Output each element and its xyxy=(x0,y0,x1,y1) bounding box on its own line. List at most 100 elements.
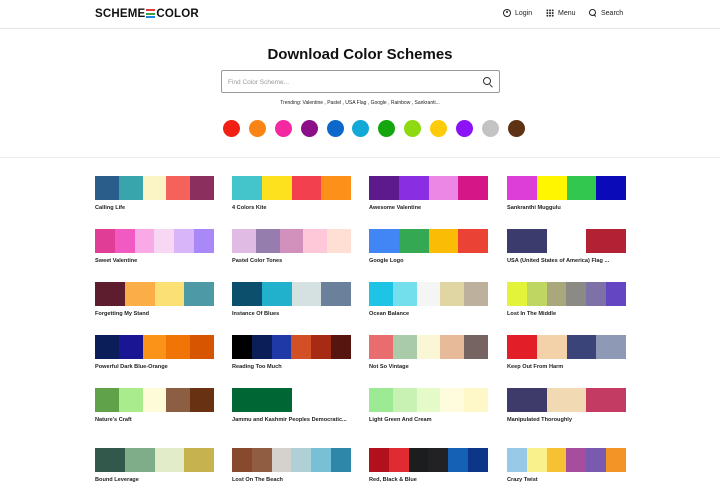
color-swatch xyxy=(546,448,567,472)
search-link[interactable]: Search xyxy=(589,9,623,17)
scheme-swatches[interactable] xyxy=(507,335,626,359)
scheme-card[interactable]: 4 Colors Kite xyxy=(232,176,351,212)
scheme-swatches[interactable] xyxy=(369,176,488,200)
scheme-title-link[interactable]: Sweet Valentine xyxy=(95,258,214,265)
scheme-title-link[interactable]: Reading Too Much xyxy=(232,364,351,371)
scheme-card[interactable]: USA (United States of America) Flag ... xyxy=(507,229,627,265)
site-logo[interactable]: SCHEME COLOR xyxy=(95,8,199,20)
scheme-card[interactable]: Not So Vintage xyxy=(369,335,488,371)
color-filter-dot[interactable] xyxy=(507,120,525,137)
scheme-card[interactable]: Sankranthi Muggulu xyxy=(507,176,626,212)
scheme-search-input[interactable] xyxy=(228,76,478,88)
scheme-card[interactable]: Awesome Valentine xyxy=(369,176,488,212)
page-title: Download Color Schemes xyxy=(267,46,453,63)
scheme-swatches[interactable] xyxy=(369,229,488,253)
trending-link[interactable]: Valentine xyxy=(303,100,323,106)
scheme-card[interactable]: Reading Too Much xyxy=(232,335,351,371)
scheme-title-link[interactable]: Forgetting My Stand xyxy=(95,311,214,318)
scheme-swatches[interactable] xyxy=(232,448,351,472)
color-filter-dot[interactable] xyxy=(274,120,292,137)
scheme-title-link[interactable]: Sankranthi Muggulu xyxy=(507,205,626,212)
trending-link[interactable]: Sankranti... xyxy=(415,100,440,106)
color-filter-dot[interactable] xyxy=(378,120,396,137)
scheme-title-link[interactable]: Ocean Balance xyxy=(369,311,488,318)
scheme-card[interactable]: Light Green And Cream xyxy=(369,388,488,424)
scheme-title-link[interactable]: Manipulated Thoroughly xyxy=(507,417,626,424)
scheme-swatches[interactable] xyxy=(369,335,488,359)
scheme-card[interactable]: Powerful Dark Blue-Orange xyxy=(95,335,214,371)
scheme-card[interactable]: Lost On The Beach xyxy=(232,448,351,484)
scheme-card[interactable]: Instance Of Blues xyxy=(232,282,351,318)
color-filter-dot[interactable] xyxy=(300,120,318,137)
scheme-title-link[interactable]: Powerful Dark Blue-Orange xyxy=(95,364,214,371)
scheme-title-link[interactable]: 4 Colors Kite xyxy=(232,205,351,212)
scheme-title-link[interactable]: Bound Leverage xyxy=(95,477,214,484)
search-submit-icon[interactable] xyxy=(483,77,493,87)
scheme-card[interactable]: Google Logo xyxy=(369,229,488,265)
color-swatch xyxy=(507,388,547,412)
scheme-swatches[interactable] xyxy=(95,229,214,253)
scheme-card[interactable]: Red, Black & Blue xyxy=(369,448,488,484)
scheme-card[interactable]: Nature's Craft xyxy=(95,388,214,424)
scheme-swatches[interactable] xyxy=(95,282,214,306)
scheme-swatches[interactable] xyxy=(507,282,626,306)
scheme-card[interactable]: Calling Life xyxy=(95,176,214,212)
scheme-title-link[interactable]: Instance Of Blues xyxy=(232,311,351,318)
scheme-card[interactable]: Manipulated Thoroughly xyxy=(507,388,627,424)
scheme-swatches[interactable] xyxy=(369,282,488,306)
color-filter-dot[interactable] xyxy=(223,120,240,137)
scheme-swatches[interactable] xyxy=(95,448,214,472)
trending-link[interactable]: Google xyxy=(371,100,387,106)
trending-link[interactable]: Pastel xyxy=(327,100,341,106)
scheme-card[interactable]: Jammu and Kashmir Peoples Democratic... xyxy=(232,388,351,424)
scheme-card[interactable]: Crazy Twist xyxy=(507,448,626,484)
scheme-swatches[interactable] xyxy=(232,176,351,200)
scheme-title-link[interactable]: Crazy Twist xyxy=(507,477,626,484)
scheme-card[interactable]: Ocean Balance xyxy=(369,282,488,318)
trending-link[interactable]: USA Flag xyxy=(345,100,366,106)
color-filter-dot[interactable] xyxy=(326,120,344,137)
scheme-swatches[interactable] xyxy=(232,388,351,412)
scheme-swatches[interactable] xyxy=(95,176,214,200)
scheme-title-link[interactable]: Red, Black & Blue xyxy=(369,477,488,484)
scheme-swatches[interactable] xyxy=(507,176,626,200)
scheme-swatches[interactable] xyxy=(507,229,627,253)
scheme-card[interactable]: Keep Out From Harm xyxy=(507,335,626,371)
scheme-swatches[interactable] xyxy=(507,388,627,412)
scheme-title-link[interactable]: Lost On The Beach xyxy=(232,477,351,484)
scheme-title-link[interactable]: Google Logo xyxy=(369,258,488,265)
trending-link[interactable]: Rainbow xyxy=(391,100,410,106)
scheme-title-link[interactable]: Not So Vintage xyxy=(369,364,488,371)
scheme-swatches[interactable] xyxy=(95,388,214,412)
scheme-swatches[interactable] xyxy=(232,229,351,253)
scheme-title-link[interactable]: Lost In The Middle xyxy=(507,311,626,318)
color-filter-dot[interactable] xyxy=(248,120,266,137)
scheme-card[interactable]: Bound Leverage xyxy=(95,448,214,484)
scheme-card[interactable]: Forgetting My Stand xyxy=(95,282,214,318)
color-filter-dot[interactable] xyxy=(352,120,370,137)
scheme-swatches[interactable] xyxy=(369,448,488,472)
color-swatch xyxy=(440,335,465,359)
scheme-title-link[interactable]: Pastel Color Tones xyxy=(232,258,351,265)
color-filter-dot[interactable] xyxy=(481,120,499,137)
color-filter-dot[interactable] xyxy=(404,120,422,137)
scheme-swatches[interactable] xyxy=(232,282,351,306)
color-filter-dot[interactable] xyxy=(430,120,448,137)
color-filter-dot[interactable] xyxy=(456,120,474,137)
login-link[interactable]: Login xyxy=(503,9,532,17)
scheme-title-link[interactable]: Jammu and Kashmir Peoples Democratic... xyxy=(232,417,351,424)
scheme-title-link[interactable]: Light Green And Cream xyxy=(369,417,488,424)
scheme-card[interactable]: Lost In The Middle xyxy=(507,282,626,318)
scheme-title-link[interactable]: Keep Out From Harm xyxy=(507,364,626,371)
scheme-swatches[interactable] xyxy=(232,335,351,359)
menu-button[interactable]: Menu xyxy=(546,9,576,17)
scheme-title-link[interactable]: Nature's Craft xyxy=(95,417,214,424)
scheme-title-link[interactable]: Awesome Valentine xyxy=(369,205,488,212)
scheme-swatches[interactable] xyxy=(369,388,488,412)
scheme-title-link[interactable]: USA (United States of America) Flag ... xyxy=(507,258,626,265)
scheme-swatches[interactable] xyxy=(507,448,626,472)
scheme-swatches[interactable] xyxy=(95,335,214,359)
scheme-card[interactable]: Pastel Color Tones xyxy=(232,229,351,265)
scheme-card[interactable]: Sweet Valentine xyxy=(95,229,214,265)
scheme-title-link[interactable]: Calling Life xyxy=(95,205,214,212)
